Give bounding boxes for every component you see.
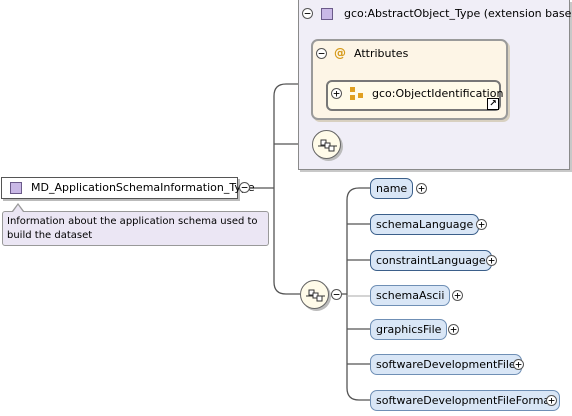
- attribute-group-ref-label: gco:ObjectIdentification: [372, 87, 504, 100]
- attribute-group-icon: [350, 87, 363, 100]
- element-schema-language[interactable]: schemaLanguage: [370, 214, 480, 235]
- sequence-icon: [306, 289, 325, 302]
- sequence-icon: [318, 139, 337, 152]
- expand-graphics-file-toggle[interactable]: +: [448, 324, 459, 335]
- element-schema-ascii[interactable]: schemaAscii: [370, 285, 451, 306]
- extension-base-label: gco:AbstractObject_Type (extension base): [344, 7, 572, 20]
- expand-constraint-language-toggle[interactable]: +: [486, 255, 497, 266]
- element-graphics-file[interactable]: graphicsFile: [370, 319, 448, 340]
- expand-schema-ascii-toggle[interactable]: +: [452, 290, 463, 301]
- element-software-development-file[interactable]: softwareDevelopmentFile: [370, 354, 522, 375]
- shortcut-arrow-icon[interactable]: ↗: [487, 98, 499, 110]
- collapse-attributes-toggle[interactable]: −: [316, 48, 327, 59]
- complex-type-icon: [321, 8, 333, 20]
- expand-name-toggle[interactable]: +: [416, 183, 427, 194]
- main-complex-type-label: MD_ApplicationSchemaInformation_Type: [31, 181, 255, 194]
- expand-schema-language-toggle[interactable]: +: [476, 219, 487, 230]
- element-name[interactable]: name: [370, 178, 414, 199]
- sequence-compositor-base[interactable]: [312, 130, 341, 159]
- attributes-group-label: Attributes: [354, 47, 409, 60]
- complex-type-icon: [10, 182, 22, 194]
- sequence-compositor-main[interactable]: [300, 280, 329, 309]
- element-software-development-file-format[interactable]: softwareDevelopmentFileFormat: [370, 390, 561, 411]
- documentation-note: Information about the application schema…: [2, 211, 269, 246]
- documentation-pointer-fill: [13, 205, 23, 212]
- collapse-main-type-toggle[interactable]: −: [239, 182, 250, 193]
- expand-software-development-file-toggle[interactable]: +: [513, 359, 524, 370]
- expand-software-development-file-format-toggle[interactable]: +: [546, 395, 557, 406]
- collapse-base-toggle[interactable]: −: [302, 8, 313, 19]
- element-constraint-language[interactable]: constraintLanguage: [370, 250, 492, 271]
- expand-attribute-group-toggle[interactable]: +: [331, 88, 342, 99]
- collapse-sequence-toggle[interactable]: −: [331, 289, 342, 300]
- at-icon: @: [334, 46, 346, 60]
